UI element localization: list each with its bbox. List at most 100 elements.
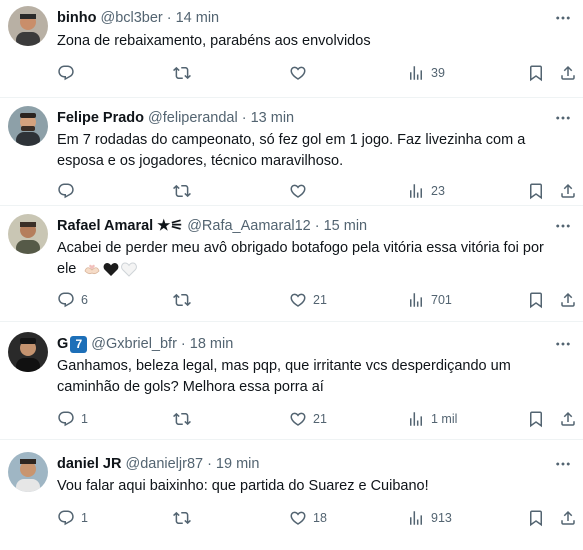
like-button[interactable]: 21 <box>289 409 327 429</box>
display-name[interactable]: binho <box>57 8 96 28</box>
reply-button[interactable]: 6 <box>57 290 88 310</box>
retweet-button[interactable] <box>173 290 197 310</box>
view-count: 701 <box>431 293 452 307</box>
retweet-icon <box>173 291 191 309</box>
views-icon <box>407 509 425 527</box>
bookmark-icon <box>527 410 545 428</box>
more-icon[interactable] <box>553 454 573 474</box>
bookmark-icon <box>527 182 545 200</box>
avatar[interactable] <box>8 106 48 146</box>
views-button[interactable]: 23 <box>407 181 445 201</box>
bookmark-button[interactable] <box>527 409 545 429</box>
display-name[interactable]: G <box>57 334 68 354</box>
like-button[interactable] <box>289 63 313 83</box>
timestamp[interactable]: 14 min <box>176 8 220 28</box>
retweet-button[interactable] <box>173 508 197 528</box>
more-icon[interactable] <box>553 216 573 236</box>
bookmark-button[interactable] <box>527 290 545 310</box>
retweet-icon <box>173 509 191 527</box>
tweet-actions: 6 21 701 <box>57 290 575 310</box>
user-handle[interactable]: @Rafa_Aamaral12 <box>187 216 311 236</box>
reply-button[interactable] <box>57 181 81 201</box>
retweet-icon <box>173 182 191 200</box>
heart-icon <box>289 410 307 428</box>
like-button[interactable] <box>289 181 313 201</box>
share-button[interactable] <box>559 290 577 310</box>
emoji-group <box>83 261 138 277</box>
like-count: 18 <box>313 511 327 525</box>
tweet-text: Zona de rebaixamento, parabéns aos envol… <box>57 33 371 49</box>
share-button[interactable] <box>559 508 577 528</box>
bookmark-button[interactable] <box>527 508 545 528</box>
user-handle[interactable]: @bcl3ber <box>100 8 162 28</box>
bookmark-button[interactable] <box>527 181 545 201</box>
retweet-icon <box>173 410 191 428</box>
share-icon <box>559 182 577 200</box>
separator: · <box>180 336 186 352</box>
like-button[interactable]: 18 <box>289 508 327 528</box>
reply-icon <box>57 182 75 200</box>
tweet[interactable]: Felipe Prado @feliperandal · 13 min Em 7… <box>0 98 583 206</box>
white-heart-icon <box>121 262 138 277</box>
view-count: 1 mil <box>431 412 458 426</box>
timestamp[interactable]: 13 min <box>251 108 295 128</box>
retweet-button[interactable] <box>173 63 197 83</box>
views-icon <box>407 291 425 309</box>
views-button[interactable]: 39 <box>407 63 445 83</box>
views-button[interactable]: 1 mil <box>407 409 457 429</box>
heart-icon <box>289 509 307 527</box>
share-button[interactable] <box>559 181 577 201</box>
reply-icon <box>57 64 75 82</box>
more-icon[interactable] <box>553 8 573 28</box>
user-handle[interactable]: @danieljr87 <box>125 454 203 474</box>
retweet-button[interactable] <box>173 181 197 201</box>
more-icon[interactable] <box>553 108 573 128</box>
tweet-text: Vou falar aqui baixinho: que partida do … <box>57 478 429 494</box>
views-button[interactable]: 701 <box>407 290 452 310</box>
views-button[interactable]: 913 <box>407 508 452 528</box>
timestamp[interactable]: 18 min <box>190 334 234 354</box>
timestamp[interactable]: 19 min <box>216 454 260 474</box>
reply-button[interactable]: 1 <box>57 508 88 528</box>
tweet[interactable]: G 7 @Gxbriel_bfr · 18 min Ganhamos, bele… <box>0 322 583 440</box>
display-name[interactable]: daniel JR <box>57 454 121 474</box>
heart-icon <box>289 64 307 82</box>
reply-button[interactable] <box>57 63 81 83</box>
timestamp[interactable]: 15 min <box>324 216 368 236</box>
share-button[interactable] <box>559 63 577 83</box>
display-name[interactable]: Felipe Prado <box>57 108 144 128</box>
display-name[interactable]: Rafael Amaral ★⚟ <box>57 216 183 236</box>
reply-count: 1 <box>81 511 88 525</box>
reply-icon <box>57 410 75 428</box>
view-count: 39 <box>431 66 445 80</box>
bookmark-icon <box>527 291 545 309</box>
avatar[interactable] <box>8 332 48 372</box>
tweet-header: Felipe Prado @feliperandal · 13 min <box>57 108 553 128</box>
tweet[interactable]: daniel JR @danieljr87 · 19 min Vou falar… <box>0 440 583 550</box>
user-handle[interactable]: @feliperandal <box>148 108 238 128</box>
avatar[interactable] <box>8 6 48 46</box>
number-badge: 7 <box>70 335 88 353</box>
view-count: 23 <box>431 184 445 198</box>
tweet[interactable]: Rafael Amaral ★⚟ @Rafa_Aamaral12 · 15 mi… <box>0 206 583 322</box>
more-icon[interactable] <box>553 334 573 354</box>
share-button[interactable] <box>559 409 577 429</box>
avatar[interactable] <box>8 214 48 254</box>
reply-button[interactable]: 1 <box>57 409 88 429</box>
tweet-header: G 7 @Gxbriel_bfr · 18 min <box>57 334 553 354</box>
tweet-actions: 1 21 1 mil <box>57 409 575 429</box>
views-icon <box>407 410 425 428</box>
like-button[interactable]: 21 <box>289 290 327 310</box>
tweet[interactable]: binho @bcl3ber · 14 min Zona de rebaixam… <box>0 0 583 98</box>
bookmark-button[interactable] <box>527 63 545 83</box>
tweet-text: Acabei de perder meu avô obrigado botafo… <box>57 238 553 280</box>
separator: · <box>314 218 320 234</box>
retweet-button[interactable] <box>173 409 197 429</box>
view-count: 913 <box>431 511 452 525</box>
avatar[interactable] <box>8 452 48 492</box>
user-handle[interactable]: @Gxbriel_bfr <box>91 334 177 354</box>
share-icon <box>559 509 577 527</box>
hands-heart-icon <box>84 264 100 275</box>
retweet-icon <box>173 64 191 82</box>
separator: · <box>166 10 172 26</box>
